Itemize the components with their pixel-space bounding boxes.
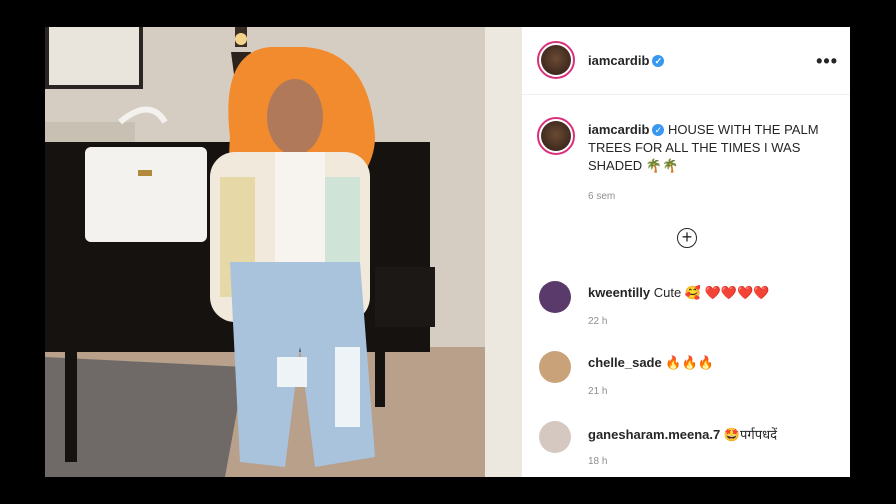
comment-item: chelle_sade 🔥🔥🔥 [588, 355, 714, 371]
post-sidebar: iamcardib ✓ ••• iamcardib ✓ HOUSE WITH THE… [522, 27, 850, 477]
caption-author[interactable]: iamcardib [588, 122, 649, 137]
caption-author-avatar[interactable] [537, 117, 575, 155]
post-header: iamcardib ✓ ••• [522, 27, 850, 95]
commenter-username[interactable]: kweentilly [588, 285, 650, 300]
caption-emoji: 🌴🌴 [645, 158, 679, 173]
comment-text: Cute 🥰 ❤️❤️❤️❤️ [653, 285, 770, 300]
post-caption: iamcardib ✓ HOUSE WITH THE PALM TREES FOR… [588, 121, 828, 175]
commenter-avatar[interactable] [539, 351, 571, 383]
load-more-comments-icon[interactable]: + [677, 228, 697, 248]
comment-timestamp: 21 h [588, 386, 608, 397]
author-username[interactable]: iamcardib ✓ [588, 53, 665, 68]
comment-timestamp: 22 h [588, 316, 608, 327]
verified-badge-icon: ✓ [652, 55, 665, 67]
commenter-username[interactable]: ganesharam.meena.7 [588, 427, 720, 442]
author-avatar[interactable] [537, 41, 575, 79]
post-timestamp[interactable]: 6 sem [588, 191, 615, 202]
post-photo[interactable] [45, 27, 522, 477]
commenter-avatar[interactable] [539, 421, 571, 453]
commenter-avatar[interactable] [539, 281, 571, 313]
verified-badge-icon: ✓ [652, 124, 665, 136]
comment-timestamp: 18 h [588, 456, 608, 467]
post-image-illustration [45, 27, 522, 477]
comment-text: 🤩पर्गपधदें [723, 427, 778, 442]
comment-item: kweentilly Cute 🥰 ❤️❤️❤️❤️ [588, 285, 769, 301]
author-username-text[interactable]: iamcardib [588, 53, 649, 68]
comment-text: 🔥🔥🔥 [665, 355, 714, 370]
comment-item: ganesharam.meena.7 🤩पर्गपधदें [588, 425, 777, 443]
more-options-icon[interactable]: ••• [816, 51, 838, 72]
commenter-username[interactable]: chelle_sade [588, 355, 662, 370]
